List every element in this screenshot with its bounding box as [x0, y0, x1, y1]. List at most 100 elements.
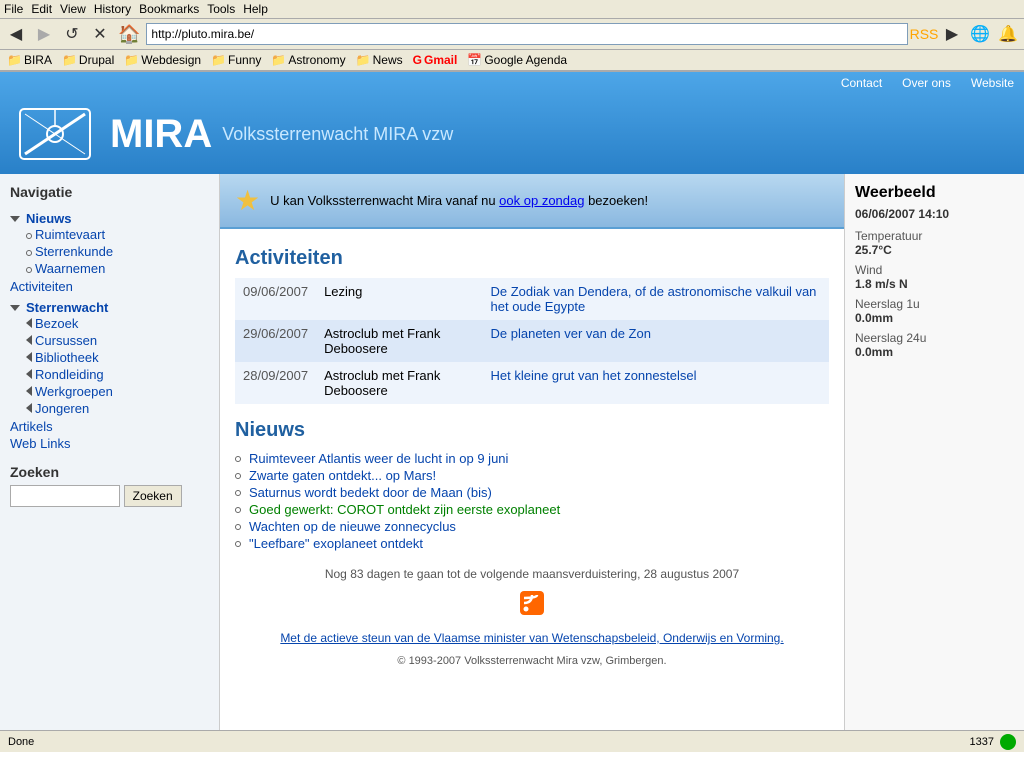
bookmark-funny[interactable]: 📁 Funny [208, 52, 264, 68]
nieuws-link[interactable]: Nieuws [26, 211, 72, 226]
menu-help[interactable]: Help [243, 2, 268, 16]
news-link[interactable]: Saturnus wordt bedekt door de Maan (bis) [249, 485, 492, 500]
news-link-highlighted[interactable]: Goed gewerkt: COROT ontdekt zijn eerste … [249, 502, 560, 517]
announcement-link[interactable]: ook op zondag [499, 193, 584, 208]
activity-link-cell: De Zodiak van Dendera, of de astronomisc… [483, 278, 829, 320]
sidebar-item-ruimtevaart[interactable]: Ruimtevaart [26, 226, 209, 243]
globe-button[interactable]: 🌐 [968, 22, 992, 46]
sidebar-item-rondleiding[interactable]: Rondleiding [26, 366, 209, 383]
weather-label-temp: Temperatuur [855, 229, 1014, 243]
triangle-icon [26, 386, 32, 396]
back-button[interactable]: ◀ [4, 22, 28, 46]
list-item: Wachten op de nieuwe zonnecyclus [235, 518, 829, 535]
forward-button[interactable]: ▶ [32, 22, 56, 46]
menu-file[interactable]: File [4, 2, 23, 16]
rondleiding-link[interactable]: Rondleiding [35, 367, 104, 382]
triangle-icon [26, 369, 32, 379]
circle-icon [235, 473, 241, 479]
news-link[interactable]: Ruimteveer Atlantis weer de lucht in op … [249, 451, 508, 466]
circle-icon [235, 507, 241, 513]
menu-history[interactable]: History [94, 2, 131, 16]
sidebar-item-nieuws[interactable]: Nieuws [10, 211, 209, 226]
list-item: Goed gewerkt: COROT ontdekt zijn eerste … [235, 501, 829, 518]
weather-title: Weerbeeld [855, 184, 1014, 202]
reload-button[interactable]: ↺ [60, 22, 84, 46]
stop-button[interactable]: ✕ [88, 22, 112, 46]
menu-tools[interactable]: Tools [207, 2, 235, 16]
sterrenkunde-link[interactable]: Sterrenkunde [35, 244, 113, 259]
list-item: "Leefbare" exoplaneet ontdekt [235, 535, 829, 552]
weblinks-link[interactable]: Web Links [10, 436, 70, 451]
cursussen-link[interactable]: Cursussen [35, 333, 97, 348]
news-link[interactable]: Wachten op de nieuwe zonnecyclus [249, 519, 456, 534]
weather-value-neerslag1: 0.0mm [855, 311, 1014, 325]
rss-button[interactable]: RSS [912, 22, 936, 46]
sterrenwacht-link[interactable]: Sterrenwacht [26, 300, 108, 315]
activity-link[interactable]: Het kleine grut van het zonnestelsel [491, 368, 697, 383]
activity-link-cell: Het kleine grut van het zonnestelsel [483, 362, 829, 404]
bookmark-astronomy[interactable]: 📁 Astronomy [268, 52, 348, 68]
footer-support-link[interactable]: Met de actieve steun van de Vlaamse mini… [280, 631, 783, 645]
activity-type: Astroclub met Frank Deboosere [316, 362, 482, 404]
sidebar-item-bezoek[interactable]: Bezoek [26, 315, 209, 332]
over-ons-link[interactable]: Over ons [902, 76, 951, 90]
sidebar-item-sterrenkunde[interactable]: Sterrenkunde [26, 243, 209, 260]
triangle-down-icon [10, 305, 20, 311]
status-bar: Done 1337 [0, 730, 1024, 752]
activity-type: Astroclub met Frank Deboosere [316, 320, 482, 362]
ruimtevaart-link[interactable]: Ruimtevaart [35, 227, 105, 242]
triangle-icon [26, 352, 32, 362]
news-link[interactable]: "Leefbare" exoplaneet ontdekt [249, 536, 423, 551]
contact-link[interactable]: Contact [841, 76, 882, 90]
bookmark-news[interactable]: 📁 News [353, 52, 406, 68]
search-button[interactable]: Zoeken [124, 485, 182, 507]
bezoek-link[interactable]: Bezoek [35, 316, 78, 331]
werkgroepen-link[interactable]: Werkgroepen [35, 384, 113, 399]
activity-date: 09/06/2007 [235, 278, 316, 320]
search-input[interactable] [10, 485, 120, 507]
menu-edit[interactable]: Edit [31, 2, 52, 16]
sidebar-item-weblinks[interactable]: Web Links [10, 435, 209, 452]
site-subtitle: Volkssterrenwacht MIRA vzw [222, 124, 453, 145]
menu-bookmarks[interactable]: Bookmarks [139, 2, 199, 16]
triangle-icon [26, 403, 32, 413]
nav-button[interactable]: ▶ [940, 22, 964, 46]
rss-icon[interactable] [235, 591, 829, 621]
activity-date: 29/06/2007 [235, 320, 316, 362]
news-list: Ruimteveer Atlantis weer de lucht in op … [235, 450, 829, 552]
sidebar-item-activiteiten[interactable]: Activiteiten [10, 278, 209, 295]
sidebar-item-bibliotheek[interactable]: Bibliotheek [26, 349, 209, 366]
bookmark-google-agenda[interactable]: 📅 Google Agenda [464, 52, 570, 68]
menu-view[interactable]: View [60, 2, 86, 16]
sidebar-item-waarnemen[interactable]: Waarnemen [26, 260, 209, 277]
activiteiten-link[interactable]: Activiteiten [10, 279, 73, 294]
main-content: ★ U kan Volkssterrenwacht Mira vanaf nu … [220, 174, 844, 730]
waarnemen-link[interactable]: Waarnemen [35, 261, 105, 276]
bookmark-webdesign[interactable]: 📁 Webdesign [121, 52, 204, 68]
weather-row-temp: Temperatuur 25.7°C [855, 229, 1014, 257]
sidebar-item-werkgroepen[interactable]: Werkgroepen [26, 383, 209, 400]
sidebar-item-sterrenwacht[interactable]: Sterrenwacht [10, 300, 209, 315]
menu-bar: File Edit View History Bookmarks Tools H… [0, 0, 1024, 19]
jongeren-link[interactable]: Jongeren [35, 401, 89, 416]
search-section: Zoeken Zoeken [10, 464, 209, 507]
bookmark-drupal[interactable]: 📁 Drupal [59, 52, 117, 68]
circle-icon [26, 267, 32, 273]
bookmark-gmail[interactable]: G Gmail [410, 52, 461, 68]
activity-link[interactable]: De planeten ver van de Zon [491, 326, 651, 341]
sidebar-item-artikels[interactable]: Artikels [10, 418, 209, 435]
url-input[interactable] [146, 23, 908, 45]
weather-row-wind: Wind 1.8 m/s N [855, 263, 1014, 291]
news-link[interactable]: Zwarte gaten ontdekt... op Mars! [249, 468, 436, 483]
website-link[interactable]: Website [971, 76, 1014, 90]
weather-row-neerslag24: Neerslag 24u 0.0mm [855, 331, 1014, 359]
sidebar-item-cursussen[interactable]: Cursussen [26, 332, 209, 349]
table-row: 09/06/2007 Lezing De Zodiak van Dendera,… [235, 278, 829, 320]
bell-button[interactable]: 🔔 [996, 22, 1020, 46]
bibliotheek-link[interactable]: Bibliotheek [35, 350, 99, 365]
artikels-link[interactable]: Artikels [10, 419, 53, 434]
sidebar-item-jongeren[interactable]: Jongeren [26, 400, 209, 417]
activity-link[interactable]: De Zodiak van Dendera, of de astronomisc… [491, 284, 817, 314]
bookmark-bira[interactable]: 📁 BIRA [4, 52, 55, 68]
circle-icon [235, 524, 241, 530]
